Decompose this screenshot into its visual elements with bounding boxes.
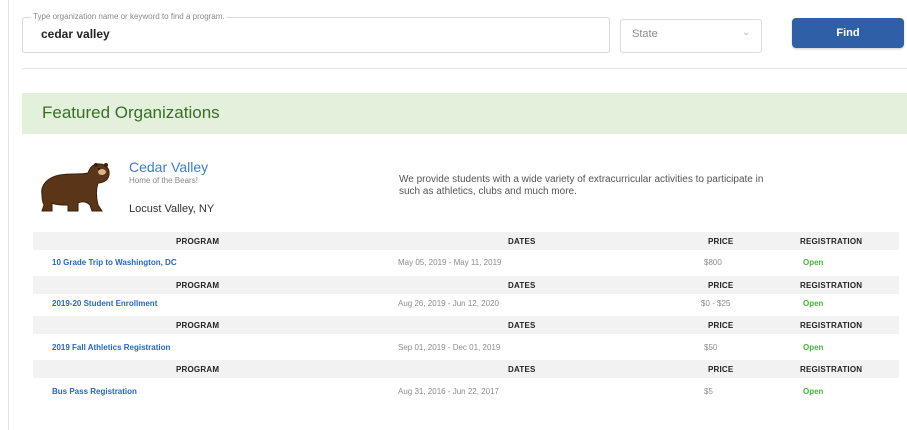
org-name-link[interactable]: Cedar Valley [129, 159, 208, 175]
header-price: PRICE [708, 281, 734, 290]
header-program: PROGRAM [176, 281, 220, 290]
registration-status: Open [803, 299, 824, 308]
header-dates: DATES [508, 321, 536, 330]
header-dates: DATES [508, 281, 536, 290]
table-header-row [33, 360, 899, 378]
chevron-down-icon: ⌄ [742, 27, 751, 38]
program-price: $5 [704, 387, 713, 396]
org-description-line: We provide students with a wide variety … [399, 174, 764, 185]
registration-status: Open [803, 387, 824, 396]
table-header-row [33, 316, 899, 334]
registration-status: Open [803, 343, 824, 352]
state-select-label: State [632, 28, 658, 40]
table-header-row [33, 232, 899, 250]
header-program: PROGRAM [176, 237, 220, 246]
header-registration: REGISTRATION [800, 281, 863, 290]
program-price: $0 - $25 [701, 299, 731, 308]
header-registration: REGISTRATION [800, 365, 863, 374]
search-value[interactable]: cedar valley [41, 27, 110, 41]
header-price: PRICE [708, 237, 734, 246]
header-program: PROGRAM [176, 365, 220, 374]
find-button[interactable]: Find [792, 18, 904, 48]
program-price: $50 [704, 343, 718, 352]
registration-status: Open [803, 258, 824, 267]
header-registration: REGISTRATION [800, 321, 863, 330]
header-registration: REGISTRATION [800, 237, 863, 246]
program-price: $800 [704, 258, 722, 267]
bear-logo [41, 163, 110, 212]
search-legend: Type organization name or keyword to fin… [31, 12, 227, 21]
header-dates: DATES [508, 237, 536, 246]
program-dates: Sep 01, 2019 - Dec 01, 2019 [398, 343, 501, 352]
program-link[interactable]: 10 Grade Trip to Washington, DC [52, 258, 177, 267]
divider [22, 68, 907, 69]
org-location: Locust Valley, NY [129, 203, 215, 215]
table-header-row [33, 276, 899, 294]
program-dates: Aug 31, 2016 - Jun 22, 2017 [398, 387, 499, 396]
program-link[interactable]: 2019-20 Student Enrollment [52, 299, 157, 308]
program-link[interactable]: Bus Pass Registration [52, 387, 137, 396]
search-input[interactable] [22, 17, 610, 53]
header-price: PRICE [708, 321, 734, 330]
program-dates: May 05, 2019 - May 11, 2019 [398, 258, 502, 267]
header-price: PRICE [708, 365, 734, 374]
header-program: PROGRAM [176, 321, 220, 330]
org-description-line: such as athletics, clubs and much more. [399, 186, 577, 197]
org-description: We provide students with a wide variety … [399, 174, 907, 198]
featured-title: Featured Organizations [42, 103, 220, 122]
header-dates: DATES [508, 365, 536, 374]
program-dates: Aug 26, 2019 - Jun 12, 2020 [398, 299, 499, 308]
org-tagline: Home of the Bears! [129, 176, 198, 185]
program-link[interactable]: 2019 Fall Athletics Registration [52, 343, 170, 352]
